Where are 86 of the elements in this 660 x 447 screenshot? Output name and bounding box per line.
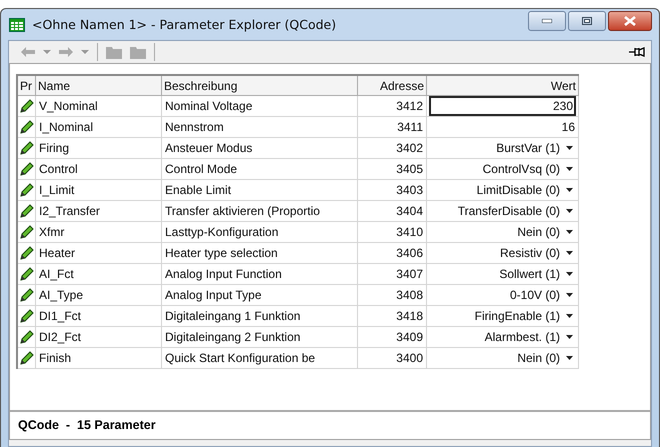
table-cell: 3402 [358,138,426,158]
column-header[interactable]: Pr [17,75,36,96]
table-cell: Firing [36,138,162,158]
close-button[interactable] [608,11,652,31]
table-cell: 3405 [358,158,426,180]
pencil-icon [19,140,34,156]
caret-icon [566,251,573,255]
maximize-icon [582,17,592,25]
column-header[interactable]: Wert [426,75,578,96]
table-cell: AI_Fct [36,264,162,284]
table-cell: Enable Limit [162,180,358,200]
pin-icon[interactable] [629,47,645,57]
table-cell: I2_Transfer [36,200,162,222]
close-icon [624,16,636,26]
pencil-icon [19,182,34,198]
table-cell: I_Limit [36,180,162,200]
table-cell: V_Nominal [36,96,162,116]
column-header[interactable]: Name [36,75,162,96]
folder-icon[interactable] [130,46,146,58]
caret-icon[interactable] [81,50,89,54]
back-arrow-icon[interactable] [21,47,35,57]
table-cell: Digitaleingang 2 Funktion [162,326,358,348]
table-cell: 3406 [358,242,426,264]
table-cell: Analog Input Type [162,284,358,306]
table-cell: 3418 [358,306,426,326]
pencil-icon [19,246,34,260]
table-cell: 3410 [358,222,426,242]
caret-icon [566,167,573,171]
pencil-icon [19,162,34,176]
caret-icon [566,146,573,150]
table-cell: Transfer aktivieren (Proportio [162,200,358,222]
minimize-button[interactable] [528,11,566,31]
table-cell: Control [36,158,162,180]
pencil-icon [19,120,34,134]
forward-arrow-icon[interactable] [59,47,73,57]
table-cell: Analog Input Function [162,264,358,284]
column-header[interactable]: Adresse [358,75,426,96]
folder-icon[interactable] [106,46,122,58]
pencil-icon [19,98,34,114]
table-cell: Xfmr [36,222,162,242]
value-input-field[interactable]: 230 [429,96,576,116]
status-bar: QCode - 15 Parameter [10,412,650,437]
table-cell: Heater [36,242,162,264]
table-cell[interactable]: 16 [426,116,578,138]
window-title: <Ohne Namen 1> - Parameter Explorer (QCode) [32,17,336,32]
table-cell: 3404 [358,200,426,222]
pencil-icon [19,350,34,366]
caret-icon [566,314,573,318]
pencil-icon [19,224,34,240]
caret-icon [566,209,573,213]
table-cell: DI2_Fct [36,326,162,348]
table-cell: Nominal Voltage [162,96,358,116]
pencil-icon [19,288,34,302]
table-cell: 3411 [358,116,426,138]
table-cell: Nennstrom [162,116,358,138]
table-cell: Finish [36,348,162,368]
column-header[interactable]: Beschreibung [162,75,358,96]
maximize-button[interactable] [568,11,606,31]
table-cell: I_Nominal [36,116,162,138]
table-cell: Control Mode [162,158,358,180]
caret-icon [566,230,573,234]
table-cell: DI1_Fct [36,306,162,326]
minimize-icon [542,19,552,23]
table-cell: 3412 [358,96,426,116]
caret-icon [566,272,573,276]
table-cell: 3400 [358,348,426,368]
grid-icon [9,18,25,32]
table-cell: Digitaleingang 1 Funktion [162,306,358,326]
table-cell: 3408 [358,284,426,306]
table-cell: Ansteuer Modus [162,138,358,158]
caret-icon [566,335,573,339]
table-cell: Lasttyp-Konfiguration [162,222,358,242]
table-cell: 3403 [358,180,426,200]
table-cell: 3407 [358,264,426,284]
caret-icon [566,356,573,360]
pencil-icon [19,266,34,282]
caret-icon[interactable] [43,50,51,54]
table-cell: Heater type selection [162,242,358,264]
table-cell: Quick Start Konfiguration be [162,348,358,368]
pencil-icon [19,204,34,218]
table-cell: AI_Type [36,284,162,306]
caret-icon [566,293,573,297]
pencil-icon [19,330,34,344]
caret-icon [566,188,573,192]
table-cell: 3409 [358,326,426,348]
pencil-icon [19,308,34,324]
